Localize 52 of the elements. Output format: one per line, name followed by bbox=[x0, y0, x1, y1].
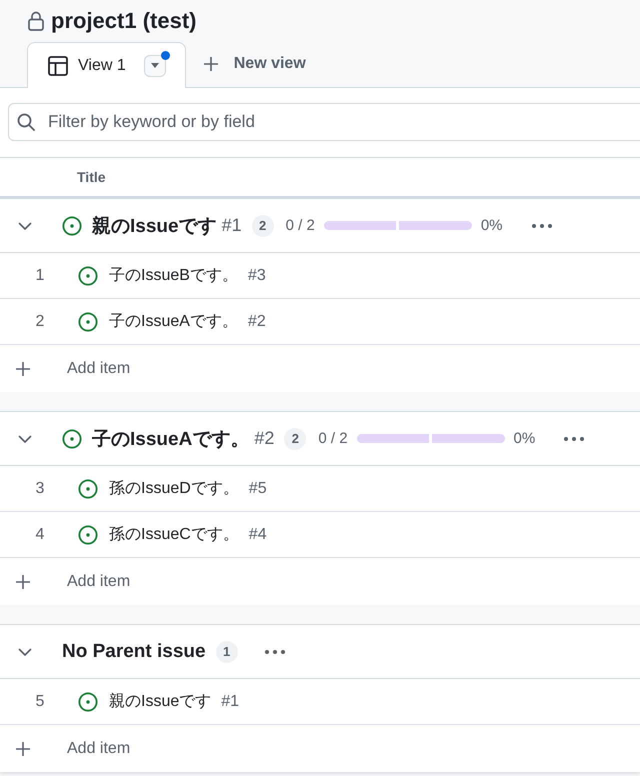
issue-title[interactable]: 親のIssueです bbox=[109, 691, 212, 712]
progress-percent: 0% bbox=[514, 430, 536, 447]
issue-title[interactable]: 孫のIssueDです。 bbox=[109, 478, 239, 499]
progress-text: 0 / 2 bbox=[286, 217, 315, 234]
issue-number: #5 bbox=[248, 480, 267, 498]
open-issue-icon bbox=[78, 312, 98, 332]
issue-number: #3 bbox=[248, 266, 266, 284]
group-title: 子のIssueAです。 bbox=[92, 428, 250, 452]
row-number: 4 bbox=[34, 526, 46, 544]
row-number: 1 bbox=[34, 266, 46, 284]
issue-title[interactable]: 子のIssueAです。 bbox=[109, 311, 238, 332]
issue-number: #2 bbox=[254, 428, 274, 449]
open-issue-icon bbox=[78, 266, 98, 286]
search-icon bbox=[17, 113, 35, 131]
group-title: 親のIssueです bbox=[92, 214, 217, 238]
row-number: 2 bbox=[34, 312, 46, 330]
project-title: project1 (test) bbox=[51, 8, 196, 34]
progress-percent: 0% bbox=[480, 217, 502, 234]
open-issue-icon bbox=[78, 692, 98, 712]
group-title: No Parent issue bbox=[62, 640, 206, 662]
open-issue-icon bbox=[78, 478, 98, 498]
column-header[interactable]: Title bbox=[77, 169, 106, 185]
new-view-button[interactable]: New view bbox=[204, 41, 306, 87]
plus-icon bbox=[16, 742, 30, 756]
open-issue-icon bbox=[62, 428, 82, 448]
add-item-button[interactable]: Add item bbox=[0, 352, 130, 384]
plus-icon bbox=[16, 574, 30, 588]
row-number: 3 bbox=[34, 480, 46, 498]
issue-number: #1 bbox=[222, 215, 242, 236]
add-item-button[interactable]: Add item bbox=[0, 566, 130, 598]
issue-title[interactable]: 孫のIssueCです。 bbox=[109, 524, 239, 545]
more-icon bbox=[264, 650, 285, 654]
issue-number: #4 bbox=[248, 526, 267, 544]
plus-icon bbox=[16, 362, 30, 376]
progress-text: 0 / 2 bbox=[318, 430, 348, 447]
open-issue-icon bbox=[62, 216, 82, 236]
issue-number: #1 bbox=[221, 692, 240, 710]
plus-icon bbox=[204, 57, 218, 71]
add-item-button[interactable]: Add item bbox=[0, 732, 130, 764]
table-icon bbox=[48, 56, 68, 76]
item-count: 2 bbox=[252, 214, 274, 236]
issue-title[interactable]: 子のIssueBです。 bbox=[109, 265, 238, 286]
row-number: 5 bbox=[34, 692, 46, 710]
more-icon bbox=[564, 436, 584, 440]
caret-icon bbox=[150, 63, 159, 68]
issue-number: #2 bbox=[248, 312, 266, 330]
item-count: 2 bbox=[284, 428, 306, 450]
open-issue-icon bbox=[78, 524, 98, 544]
more-icon bbox=[532, 224, 552, 228]
view-tab[interactable]: View 1 bbox=[27, 42, 186, 88]
item-count: 1 bbox=[216, 640, 238, 662]
filter-field[interactable]: Filter by keyword or by field bbox=[8, 103, 640, 141]
